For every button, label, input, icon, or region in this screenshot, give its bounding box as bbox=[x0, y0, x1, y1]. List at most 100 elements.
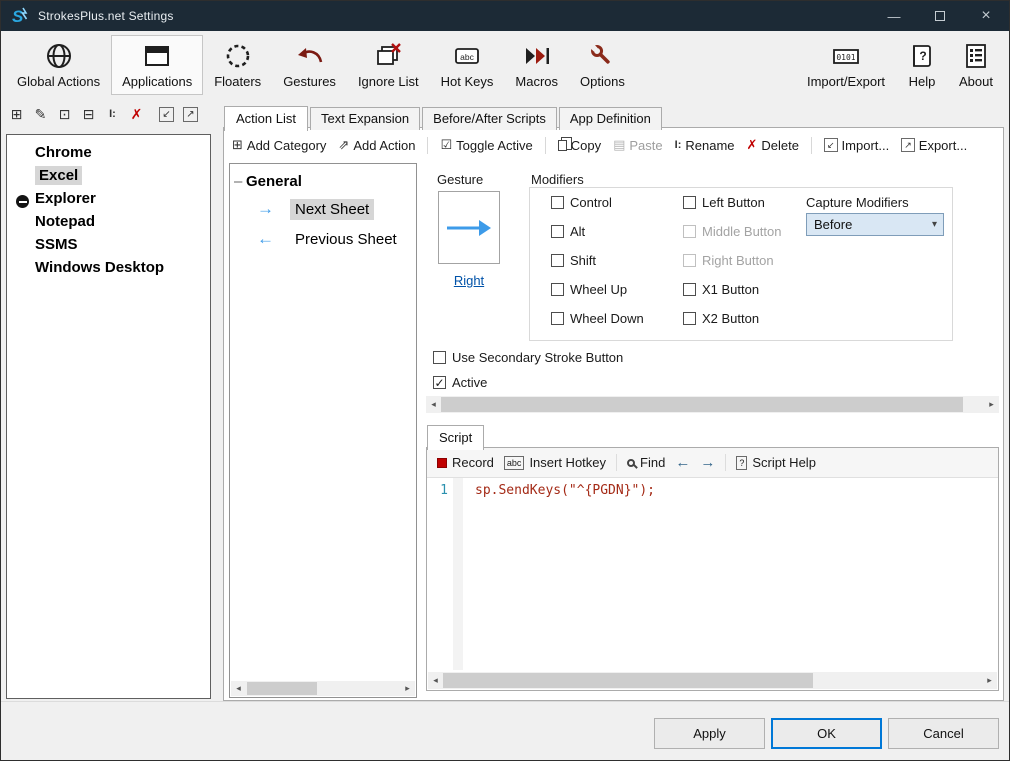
panel-horizontal-scrollbar[interactable]: ◂ ▸ bbox=[426, 396, 999, 413]
checkbox-box bbox=[551, 254, 564, 267]
maximize-button[interactable] bbox=[917, 1, 963, 31]
delete-item-icon[interactable]: ✗ bbox=[129, 106, 144, 123]
toolbar-ignore-list[interactable]: Ignore List bbox=[347, 35, 430, 95]
toolbar-label: Applications bbox=[122, 74, 192, 89]
toolbar-hot-keys[interactable]: abc Hot Keys bbox=[430, 35, 505, 95]
scroll-thumb[interactable] bbox=[443, 673, 813, 688]
add-item-icon[interactable]: ⊞ bbox=[9, 106, 24, 123]
tab-script[interactable]: Script bbox=[427, 425, 484, 450]
toolbar-about[interactable]: About bbox=[948, 35, 1004, 95]
tab-action-list[interactable]: Action List bbox=[224, 106, 308, 131]
toolbar-macros[interactable]: Macros bbox=[504, 35, 569, 95]
checkbox-active[interactable]: ✓Active bbox=[433, 375, 487, 390]
collapse-icon[interactable]: – bbox=[234, 173, 242, 190]
paste-button[interactable]: ▤Paste bbox=[613, 137, 663, 153]
app-item-explorer[interactable]: Explorer bbox=[7, 187, 210, 210]
checkbox-control[interactable]: Control bbox=[551, 195, 612, 210]
tab-before-after-scripts[interactable]: Before/After Scripts bbox=[422, 107, 557, 130]
toolbar-floaters[interactable]: Floaters bbox=[203, 35, 272, 95]
export-button[interactable]: ↗Export... bbox=[901, 138, 967, 153]
tree-horizontal-scrollbar[interactable]: ◂ ▸ bbox=[231, 681, 415, 696]
app-item-excel[interactable]: Excel bbox=[7, 164, 210, 187]
separator bbox=[545, 137, 546, 154]
maximize-icon bbox=[935, 11, 945, 21]
import-button[interactable]: ↙Import... bbox=[824, 138, 889, 153]
close-button[interactable]: × bbox=[963, 1, 1009, 31]
insert-hotkey-button[interactable]: abcInsert Hotkey bbox=[504, 455, 606, 470]
script-editor[interactable]: 1 sp.SendKeys("^{PGDN}"); bbox=[427, 478, 998, 670]
copy-item-icon[interactable]: ⊡ bbox=[57, 106, 72, 123]
scroll-right-icon[interactable]: ▸ bbox=[984, 396, 999, 413]
pop-out-icon[interactable]: ↗ bbox=[183, 107, 198, 122]
toolbar-help[interactable]: ? Help bbox=[896, 35, 948, 95]
application-list: Chrome Excel Explorer Notepad SSMS Windo… bbox=[6, 134, 211, 699]
checkbox-left-button[interactable]: Left Button bbox=[683, 195, 765, 210]
window-controls: — × bbox=[871, 1, 1009, 31]
navigate-back-button[interactable]: ← bbox=[675, 454, 690, 471]
toolbar-global-actions[interactable]: Global Actions bbox=[6, 35, 111, 95]
tree-item-previous-sheet[interactable]: ← Previous Sheet bbox=[230, 226, 416, 252]
pop-in-icon[interactable]: ↙ bbox=[159, 107, 174, 122]
app-item-notepad[interactable]: Notepad bbox=[7, 210, 210, 233]
checkbox-box bbox=[551, 312, 564, 325]
lock-item-icon[interactable]: ⊟ bbox=[81, 106, 96, 123]
separator bbox=[725, 454, 726, 471]
cancel-button[interactable]: Cancel bbox=[888, 718, 999, 749]
add-category-button[interactable]: ⊞Add Category bbox=[232, 137, 326, 153]
settings-window: S StrokesPlus.net Settings — × Global Ac… bbox=[0, 0, 1010, 761]
scroll-left-icon[interactable]: ◂ bbox=[426, 396, 441, 413]
toolbar-import-export[interactable]: 0101 Import/Export bbox=[796, 35, 896, 95]
rename-button[interactable]: I:Rename bbox=[675, 138, 735, 153]
tree-category-general[interactable]: General bbox=[246, 173, 302, 190]
checkbox-x1-button[interactable]: X1 Button bbox=[683, 282, 759, 297]
scroll-right-icon[interactable]: ▸ bbox=[982, 672, 997, 689]
script-toolbar: Record abcInsert Hotkey Find ← → ?Script… bbox=[427, 448, 998, 478]
delete-button[interactable]: ✗Delete bbox=[747, 137, 799, 153]
close-icon: × bbox=[981, 7, 990, 25]
tab-text-expansion[interactable]: Text Expansion bbox=[310, 107, 420, 130]
ignore-windows-icon bbox=[373, 41, 403, 71]
svg-text:abc: abc bbox=[460, 52, 474, 62]
tree-item-label: Next Sheet bbox=[290, 199, 374, 220]
ok-button[interactable]: OK bbox=[771, 718, 882, 749]
toolbar-gestures[interactable]: Gestures bbox=[272, 35, 347, 95]
rename-icon: I: bbox=[675, 139, 682, 151]
scroll-thumb[interactable] bbox=[247, 682, 317, 695]
script-help-button[interactable]: ?Script Help bbox=[736, 455, 816, 470]
toolbar-options[interactable]: Options bbox=[569, 35, 636, 95]
app-item-ssms[interactable]: SSMS bbox=[7, 233, 210, 256]
checkbox-alt[interactable]: Alt bbox=[551, 224, 585, 239]
toggle-active-button[interactable]: ☑Toggle Active bbox=[440, 137, 532, 153]
checkbox-wheel-up[interactable]: Wheel Up bbox=[551, 282, 627, 297]
minimize-button[interactable]: — bbox=[871, 1, 917, 31]
edit-item-icon[interactable]: ✎ bbox=[33, 106, 48, 123]
toolbar-applications[interactable]: Applications bbox=[111, 35, 203, 95]
tab-app-definition[interactable]: App Definition bbox=[559, 107, 662, 130]
checkbox-x2-button[interactable]: X2 Button bbox=[683, 311, 759, 326]
scroll-right-icon[interactable]: ▸ bbox=[400, 681, 415, 696]
checkbox-wheel-down[interactable]: Wheel Down bbox=[551, 311, 644, 326]
abc-key-icon: abc bbox=[452, 41, 482, 71]
add-action-button[interactable]: ⇗Add Action bbox=[338, 137, 415, 153]
find-button[interactable]: Find bbox=[627, 455, 665, 470]
rename-item-icon[interactable]: I: bbox=[105, 108, 120, 120]
editor-horizontal-scrollbar[interactable]: ◂ ▸ bbox=[428, 672, 997, 689]
apply-button[interactable]: Apply bbox=[654, 718, 765, 749]
app-item-windows-desktop[interactable]: Windows Desktop bbox=[7, 256, 210, 279]
button-label: Copy bbox=[571, 138, 601, 153]
gesture-direction-link[interactable]: Right bbox=[438, 273, 500, 288]
checkbox-shift[interactable]: Shift bbox=[551, 253, 596, 268]
checkbox-box bbox=[683, 312, 696, 325]
scroll-left-icon[interactable]: ◂ bbox=[231, 681, 246, 696]
add-category-icon: ⊞ bbox=[232, 137, 243, 153]
tree-item-next-sheet[interactable]: → Next Sheet bbox=[230, 196, 416, 222]
copy-button[interactable]: Copy bbox=[558, 138, 601, 153]
capture-modifiers-select[interactable]: Before ▾ bbox=[806, 213, 944, 236]
code-line[interactable]: sp.SendKeys("^{PGDN}"); bbox=[475, 483, 655, 498]
checkbox-secondary-stroke[interactable]: Use Secondary Stroke Button bbox=[433, 350, 623, 365]
record-button[interactable]: Record bbox=[437, 455, 494, 470]
scroll-thumb[interactable] bbox=[441, 397, 963, 412]
navigate-forward-button[interactable]: → bbox=[700, 454, 715, 471]
app-item-chrome[interactable]: Chrome bbox=[7, 141, 210, 164]
scroll-left-icon[interactable]: ◂ bbox=[428, 672, 443, 689]
